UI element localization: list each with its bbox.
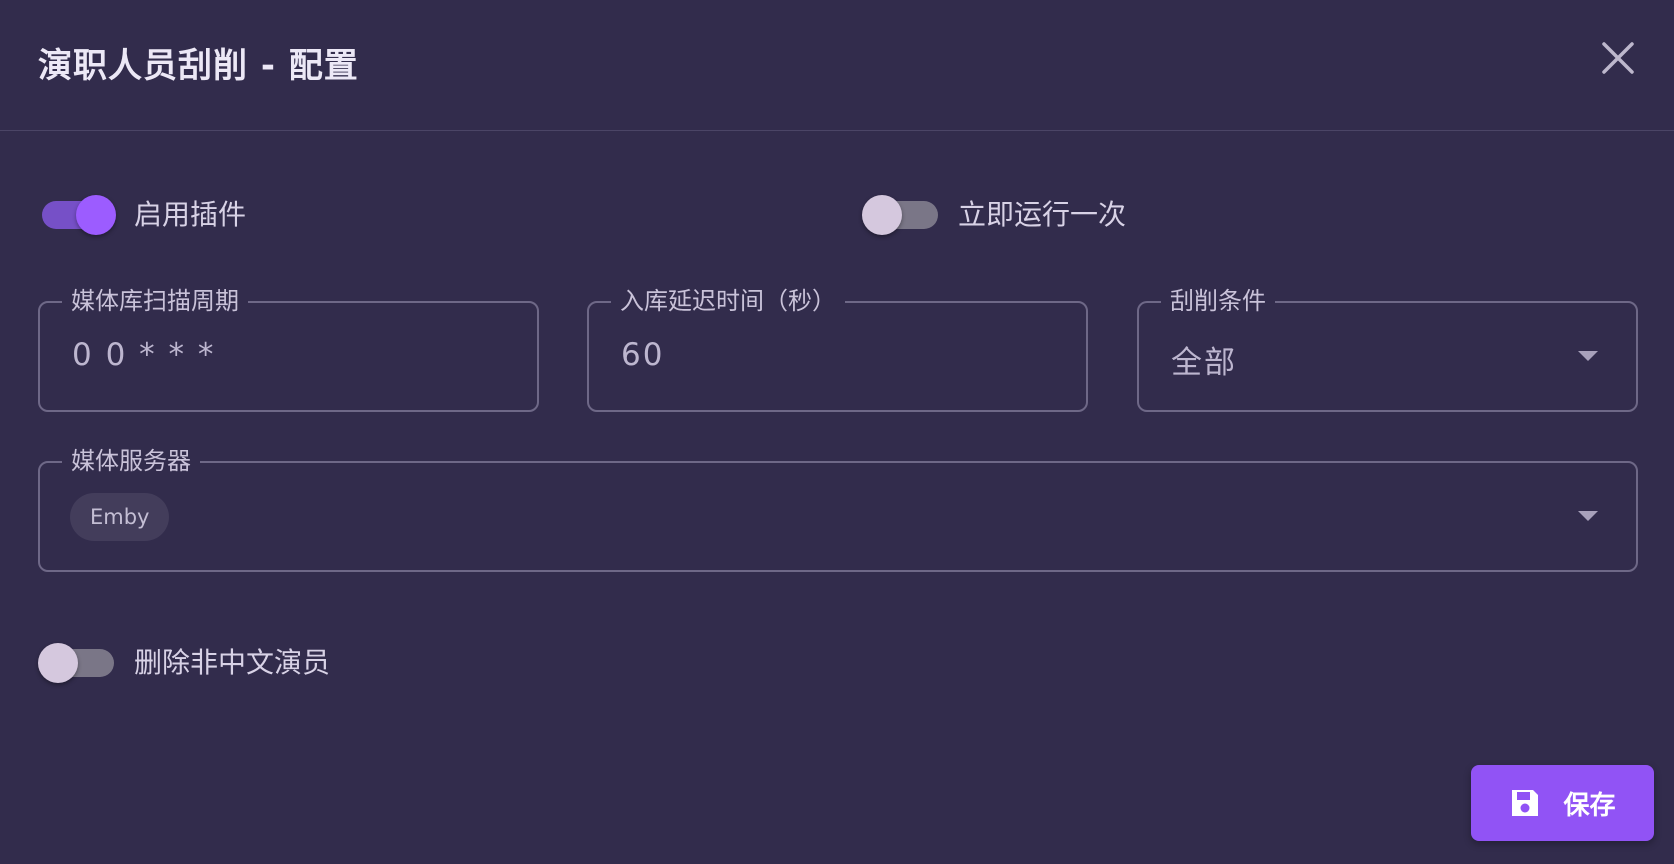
- save-label: 保存: [1563, 790, 1616, 821]
- dialog-title: 演职人员刮削 - 配置: [38, 46, 359, 86]
- delete-non-chinese-label: 删除非中文演员: [134, 646, 331, 679]
- media-server-label: 媒体服务器: [62, 446, 200, 476]
- condition-value: 全部: [1171, 345, 1237, 381]
- scan-cycle-field[interactable]: 媒体库扫描周期 0 0 * * *: [38, 286, 539, 412]
- run-once-label: 立即运行一次: [958, 198, 1127, 231]
- switch-thumb: [862, 195, 902, 235]
- delay-input[interactable]: 60: [621, 337, 664, 373]
- delay-field[interactable]: 入库延迟时间（秒） 60: [587, 286, 1088, 412]
- caret-down-icon[interactable]: [1578, 351, 1598, 361]
- scan-cycle-input[interactable]: 0 0 * * *: [72, 337, 215, 373]
- delete-non-chinese-row: 删除非中文演员: [38, 641, 331, 683]
- enable-plugin-row: 启用插件: [38, 193, 247, 235]
- switch-thumb: [76, 195, 116, 235]
- delay-label: 入库延迟时间（秒）: [611, 286, 845, 316]
- switch-thumb: [38, 643, 78, 683]
- condition-label: 刮削条件: [1161, 286, 1275, 316]
- save-button[interactable]: 保存: [1471, 765, 1654, 841]
- enable-plugin-label: 启用插件: [134, 198, 247, 231]
- condition-select[interactable]: 刮削条件 全部: [1137, 286, 1638, 412]
- delete-non-chinese-switch[interactable]: [38, 641, 114, 683]
- scan-cycle-label: 媒体库扫描周期: [62, 286, 248, 316]
- close-button[interactable]: [1598, 38, 1638, 78]
- run-once-switch[interactable]: [862, 193, 938, 235]
- run-once-row: 立即运行一次: [862, 193, 1127, 235]
- config-dialog: 演职人员刮削 - 配置 启用插件 立即运行一次 媒体库扫描周期 0 0 * * …: [0, 0, 1674, 864]
- media-server-select[interactable]: 媒体服务器 Emby: [38, 446, 1638, 572]
- caret-down-icon[interactable]: [1578, 511, 1598, 521]
- media-server-chip[interactable]: Emby: [70, 493, 170, 541]
- close-icon: [1602, 42, 1634, 74]
- floppy-disk-icon: [1512, 790, 1539, 816]
- enable-plugin-switch[interactable]: [38, 193, 116, 235]
- dialog-header: 演职人员刮削 - 配置: [0, 0, 1674, 131]
